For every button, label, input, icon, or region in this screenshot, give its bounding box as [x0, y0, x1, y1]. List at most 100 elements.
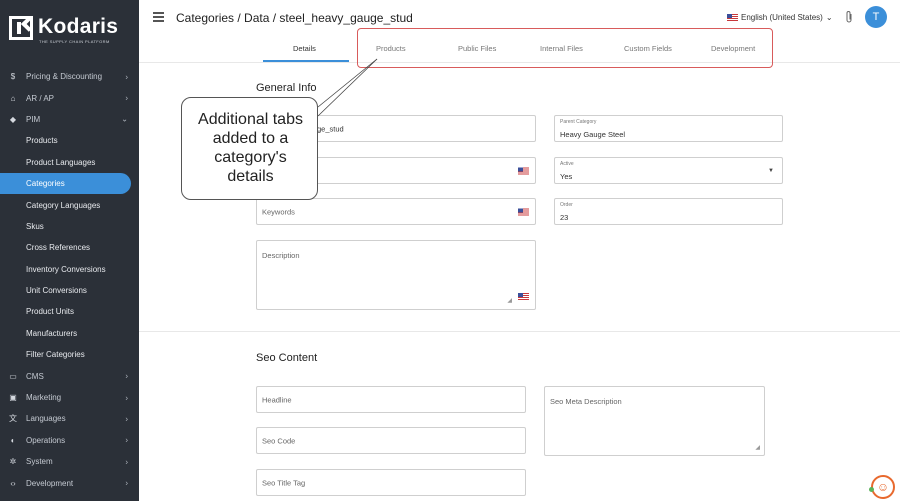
sidebar-item-label: Unit Conversions — [26, 286, 87, 296]
tab-details[interactable]: Details — [293, 44, 316, 53]
chat-support-icon[interactable]: ☺ — [871, 475, 895, 499]
sidebar-item-marketing[interactable]: ▣ Marketing › — [0, 387, 139, 408]
resize-handle-icon[interactable]: ◢ — [755, 444, 760, 451]
active-select[interactable]: Active Yes ▼ — [554, 157, 783, 184]
sidebar-item-pim[interactable]: ◆ PIM ⌄ — [0, 109, 139, 130]
seo-code-field[interactable]: Seo Code — [256, 427, 526, 454]
sidebar-item-categories[interactable]: Categories — [0, 172, 131, 195]
chevron-right-icon: › — [125, 435, 128, 445]
section-divider — [139, 331, 900, 332]
logo-text: Kodaris — [38, 15, 119, 38]
sidebar-item-ar-ap[interactable]: ⌂ AR / AP › — [0, 87, 139, 108]
chevron-down-icon: ⌄ — [121, 114, 128, 124]
chevron-right-icon: › — [125, 93, 128, 103]
sidebar-item-label: Categories — [26, 179, 65, 189]
sidebar-item-label: Marketing — [26, 393, 62, 403]
chevron-right-icon: › — [125, 393, 128, 403]
sidebar-item-label: AR / AP — [26, 93, 55, 103]
sidebar-item-label: Cross References — [26, 243, 91, 253]
category-code-value: ge_stud — [317, 124, 344, 133]
sidebar-item-label: Manufacturers — [26, 328, 78, 338]
sidebar-nav: $ Pricing & Discounting › ⌂ AR / AP › ◆ PIM ⌄ Pro… — [0, 66, 139, 494]
resize-handle-icon[interactable]: ◢ — [507, 297, 512, 304]
chevron-right-icon: › — [125, 72, 128, 82]
sidebar-item-unit-conversions[interactable]: Unit Conversions — [0, 280, 139, 301]
sidebar-item-category-languages[interactable]: Category Languages — [0, 194, 139, 215]
sidebar-item-languages[interactable]: 文 Languages › — [0, 408, 139, 429]
marketing-icon: ▣ — [9, 393, 17, 403]
sidebar-item-label: Product Languages — [26, 157, 96, 167]
online-status-dot — [869, 487, 874, 492]
translate-icon: 文 — [9, 414, 17, 424]
sidebar-item-label: Category Languages — [26, 200, 101, 210]
logo-tagline: THE SUPPLY CHAIN PLATFORM — [39, 39, 110, 44]
sidebar-item-product-languages[interactable]: Product Languages — [0, 152, 139, 173]
kodaris-logo-mark — [9, 16, 33, 40]
sidebar-item-label: Inventory Conversions — [26, 264, 106, 274]
sidebar-item-inventory-conversions[interactable]: Inventory Conversions — [0, 259, 139, 280]
tabs-highlight-box — [357, 28, 773, 68]
us-flag-icon — [727, 14, 738, 21]
dollar-icon: $ — [10, 72, 16, 82]
hamburger-menu-icon[interactable] — [153, 12, 164, 22]
sidebar-item-skus[interactable]: Skus — [0, 216, 139, 237]
sidebar-item-system[interactable]: ✲ System › — [0, 451, 139, 472]
chevron-right-icon: › — [125, 457, 128, 467]
sidebar-item-pricing-discounting[interactable]: $ Pricing & Discounting › — [0, 66, 139, 87]
us-flag-icon — [518, 293, 529, 300]
language-label: English (United States) — [741, 13, 823, 22]
seo-meta-description-placeholder: Seo Meta Description — [550, 397, 622, 406]
parent-category-field[interactable]: Parent Category Heavy Gauge Steel — [554, 115, 783, 142]
seo-title-tag-placeholder: Seo Title Tag — [262, 478, 306, 487]
sidebar-item-label: Product Units — [26, 307, 75, 317]
sidebar-item-label: Filter Categories — [26, 350, 85, 360]
paperclip-icon[interactable] — [844, 10, 854, 27]
sidebar-item-filter-categories[interactable]: Filter Categories — [0, 344, 139, 365]
description-textarea[interactable]: Description ◢ — [256, 240, 536, 310]
callout-text: Additional tabs added to a category's de… — [182, 110, 319, 186]
parent-category-value: Heavy Gauge Steel — [560, 130, 626, 139]
user-avatar[interactable]: T — [865, 6, 887, 28]
sidebar-item-products[interactable]: Products — [0, 130, 139, 151]
callout-line: added to a — [212, 130, 289, 147]
us-flag-icon — [518, 208, 529, 215]
seo-content-title: Seo Content — [256, 352, 318, 364]
language-selector[interactable]: English (United States) ⌄ — [727, 13, 833, 22]
sidebar-item-development[interactable]: ‹› Development › — [0, 472, 139, 493]
seo-code-placeholder: Seo Code — [262, 436, 296, 445]
chevron-down-icon: ⌄ — [825, 13, 833, 22]
seo-meta-description-textarea[interactable]: Seo Meta Description ◢ — [544, 386, 765, 456]
sidebar-item-cross-references[interactable]: Cross References — [0, 237, 139, 258]
callout-line: Additional tabs — [198, 111, 303, 128]
sidebar-item-operations[interactable]: ◐ Operations › — [0, 430, 139, 451]
order-label: Order — [560, 202, 573, 208]
seo-title-tag-field[interactable]: Seo Title Tag — [256, 469, 526, 496]
description-placeholder: Description — [262, 251, 300, 260]
order-value: 23 — [560, 213, 569, 222]
keywords-field[interactable]: Keywords — [256, 198, 536, 225]
us-flag-icon — [518, 167, 529, 174]
bank-icon: ⌂ — [10, 93, 16, 103]
chevron-right-icon: › — [125, 414, 128, 424]
order-field[interactable]: Order 23 — [554, 198, 783, 225]
sidebar-item-product-units[interactable]: Product Units — [0, 301, 139, 322]
kodaris-logo[interactable]: Kodaris THE SUPPLY CHAIN PLATFORM — [9, 14, 134, 44]
operations-icon: ◐ — [10, 435, 16, 445]
sidebar: Kodaris THE SUPPLY CHAIN PLATFORM $ Prici… — [0, 0, 139, 501]
headline-field[interactable]: Headline — [256, 386, 526, 413]
sidebar-item-label: Operations — [26, 435, 66, 445]
sidebar-item-cms[interactable]: ▭ CMS › — [0, 365, 139, 386]
sidebar-item-label: PIM — [26, 114, 41, 124]
gear-icon: ✲ — [9, 457, 17, 467]
sidebar-item-label: System — [26, 457, 53, 467]
cms-icon: ▭ — [9, 371, 17, 381]
callout-line: category's — [214, 149, 287, 166]
keywords-placeholder: Keywords — [262, 207, 295, 216]
breadcrumb: Categories / Data / steel_heavy_gauge_st… — [176, 11, 413, 25]
sidebar-item-manufacturers[interactable]: Manufacturers — [0, 323, 139, 344]
code-icon: ‹› — [10, 478, 16, 488]
sidebar-item-label: Products — [26, 136, 58, 146]
chevron-right-icon: › — [125, 371, 128, 381]
sidebar-item-label: Languages — [26, 414, 66, 424]
dropdown-caret-icon: ▼ — [768, 167, 774, 174]
